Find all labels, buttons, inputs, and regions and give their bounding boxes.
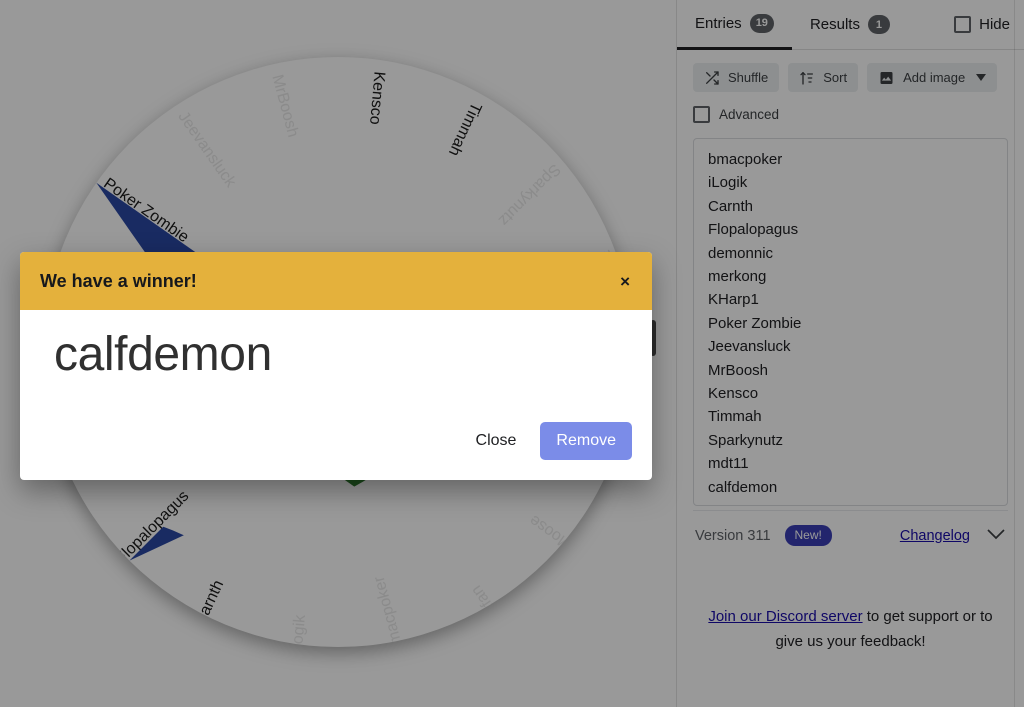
winner-dialog-header: We have a winner! × <box>20 252 652 310</box>
winner-dialog-body: calfdemon <box>20 310 652 412</box>
winner-dialog-title: We have a winner! <box>40 270 197 291</box>
close-icon[interactable]: × <box>616 269 634 294</box>
remove-button[interactable]: Remove <box>540 422 632 460</box>
winner-name: calfdemon <box>54 328 272 381</box>
app-root: bmacpokeriLogikCarnthFlopalopagusdemonni… <box>0 0 1024 707</box>
close-button[interactable]: Close <box>462 423 531 459</box>
winner-dialog-actions: Close Remove <box>20 412 652 480</box>
winner-dialog: We have a winner! × calfdemon Close Remo… <box>20 252 652 480</box>
